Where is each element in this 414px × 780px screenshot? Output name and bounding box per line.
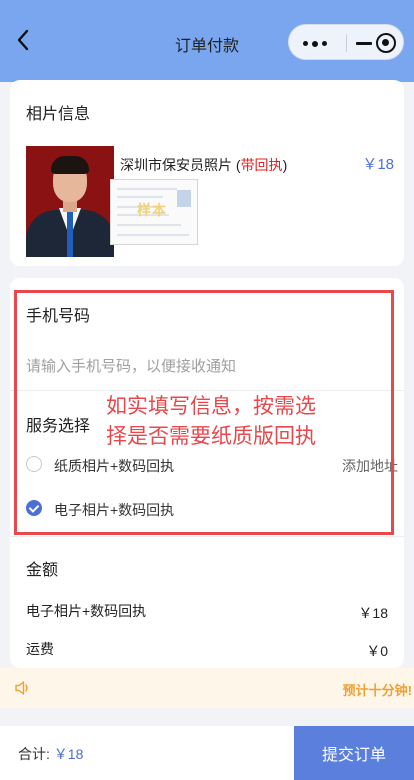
amount-label: 金额 [26, 562, 59, 579]
receipt-sample-image[interactable]: 样本 [110, 179, 198, 245]
nav-bar: 订单付款 [0, 0, 414, 82]
photo-info-title: 相片信息 [26, 106, 91, 123]
shipping-value: ￥0 [366, 643, 388, 659]
more-icon[interactable] [303, 40, 329, 47]
checkout-bar: 合计: ￥18 提交订单 [0, 726, 414, 780]
product-name: 深圳市保安员照片 (带回执) [120, 157, 288, 173]
receipt-badge: 带回执 [240, 157, 283, 173]
sample-stamp: 样本 [137, 202, 167, 218]
photo-info-card: 相片信息 深圳市保安员照片 (带回执) ￥18 样本 [10, 80, 404, 266]
total-label: 合计: [18, 746, 54, 762]
notice-bar: 预计十分钟! [0, 668, 414, 708]
minimize-icon[interactable] [356, 42, 372, 45]
product-price: ￥18 [362, 156, 394, 173]
annotation-text: 如实填写信息，按需选 择是否需要纸质版回执 [106, 395, 316, 448]
divider [10, 536, 404, 537]
shipping-label: 运费 [26, 641, 54, 657]
submit-order-button[interactable]: 提交订单 [294, 726, 414, 780]
amount-row-value: ￥18 [358, 605, 388, 621]
total-amount: ￥18 [53, 746, 84, 762]
capsule-divider [346, 34, 347, 52]
speaker-icon [15, 681, 28, 695]
mini-program-capsule [288, 24, 404, 60]
id-photo-image[interactable] [26, 146, 114, 257]
total-summary: 合计: ￥18 [18, 744, 83, 764]
amount-row-label: 电子相片+数码回执 [26, 603, 147, 619]
notice-text: 预计十分钟! [342, 683, 412, 698]
close-target-icon[interactable] [376, 33, 396, 53]
